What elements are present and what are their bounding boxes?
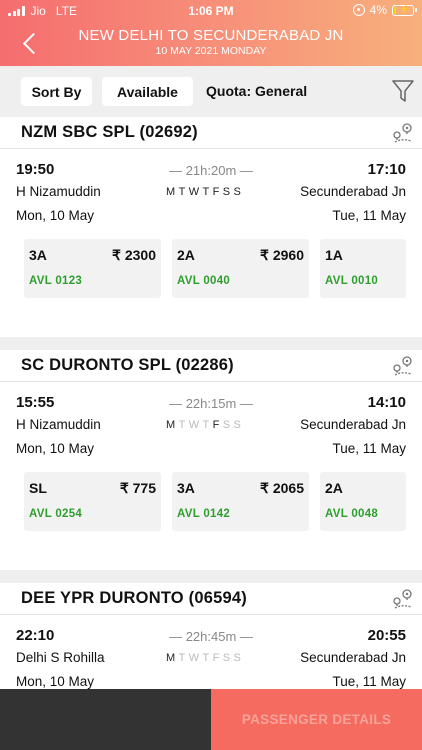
running-day: S — [233, 186, 245, 198]
running-day: S — [222, 186, 234, 198]
running-day: S — [222, 419, 234, 431]
bottom-bar: PASSENGER DETAILS — [0, 689, 422, 750]
battery-icon: ⚡ — [392, 4, 417, 16]
running-days: MTWTFSS — [166, 419, 244, 431]
train-header: NZM SBC SPL (02692) — [0, 117, 422, 149]
train-name: SC DURONTO SPL (02286) — [21, 356, 234, 374]
class-fare: ₹ 2065 — [260, 480, 304, 496]
departure-station: H Nizamuddin — [16, 417, 101, 432]
running-day: W — [188, 419, 203, 431]
departure-station: H Nizamuddin — [16, 184, 101, 199]
running-day: F — [212, 652, 223, 664]
class-fare: ₹ 2300 — [112, 247, 156, 263]
class-name: 1A — [325, 247, 343, 263]
class-fare: ₹ 2960 — [260, 247, 304, 263]
filter-bar: Sort By Available Quota: General — [0, 66, 422, 118]
running-days: MTWTFSS — [166, 652, 244, 664]
class-name: SL — [29, 480, 47, 496]
class-name: 3A — [29, 247, 47, 263]
running-day: W — [188, 652, 203, 664]
app-header: Jio LTE 1:06 PM 4% ⚡ NEW DELHI TO SECUND… — [0, 0, 422, 66]
running-day: S — [222, 652, 234, 664]
train-card[interactable]: DEE YPR DURONTO (06594) 22:10 20:55— 22h:4… — [0, 583, 422, 689]
running-day: F — [212, 419, 223, 431]
availability-status: AVL 0254 — [29, 508, 83, 520]
class-availability-box[interactable]: SL ₹ 775 AVL 0254 — [24, 472, 161, 531]
running-day: W — [188, 186, 203, 198]
journey-duration: — 22h:15m — — [169, 396, 253, 411]
journey-duration: — 21h:20m — — [169, 163, 253, 178]
availability-status: AVL 0142 — [177, 508, 231, 520]
running-day: T — [202, 186, 213, 198]
train-header: DEE YPR DURONTO (06594) — [0, 583, 422, 615]
arrival-date: Tue, 11 May — [332, 441, 406, 456]
train-name: DEE YPR DURONTO (06594) — [21, 589, 247, 607]
class-availability-box[interactable]: 1A AVL 0010 — [320, 239, 406, 298]
arrival-date: Tue, 11 May — [332, 674, 406, 689]
availability-status: AVL 0010 — [325, 275, 379, 287]
running-day: M — [166, 652, 179, 664]
orientation-lock-icon — [352, 4, 365, 16]
bottom-bar-left — [0, 689, 211, 750]
class-availability-box[interactable]: 3A ₹ 2065 AVL 0142 — [172, 472, 309, 531]
class-name: 2A — [177, 247, 195, 263]
train-card[interactable]: NZM SBC SPL (02692) 19:50 17:10— 21h:20m —… — [0, 117, 422, 337]
class-name: 3A — [177, 480, 195, 496]
departure-date: Mon, 10 May — [16, 441, 95, 456]
running-day: T — [202, 652, 213, 664]
class-availability-box[interactable]: 2A ₹ 2960 AVL 0040 — [172, 239, 309, 298]
class-name: 2A — [325, 480, 343, 496]
class-availability-box[interactable]: 3A ₹ 2300 AVL 0123 — [24, 239, 161, 298]
running-day: T — [202, 419, 213, 431]
train-header: SC DURONTO SPL (02286) — [0, 350, 422, 382]
train-card[interactable]: SC DURONTO SPL (02286) 15:55 14:10— 22h:15… — [0, 350, 422, 570]
availability-status: AVL 0040 — [177, 275, 231, 287]
departure-station: Delhi S Rohilla — [16, 650, 105, 665]
arrival-station: Secunderabad Jn — [300, 417, 406, 432]
running-day: T — [178, 186, 189, 198]
battery-percent: 4% — [369, 3, 387, 17]
route-map-icon[interactable] — [392, 588, 414, 610]
running-day: F — [212, 186, 223, 198]
class-availability-box[interactable]: 2A AVL 0048 — [320, 472, 406, 531]
running-day: S — [233, 419, 245, 431]
funnel-icon[interactable] — [392, 78, 414, 104]
route-map-icon[interactable] — [392, 355, 414, 377]
passenger-details-button[interactable]: PASSENGER DETAILS — [211, 689, 422, 750]
route-title: NEW DELHI TO SECUNDERABAD JN — [78, 27, 344, 44]
journey-duration: — 22h:45m — — [169, 629, 253, 644]
status-bar: Jio LTE 1:06 PM 4% ⚡ — [0, 0, 422, 22]
journey-date: 10 MAY 2021 MONDAY — [155, 45, 267, 57]
availability-status: AVL 0048 — [325, 508, 379, 520]
arrival-station: Secunderabad Jn — [300, 650, 406, 665]
running-day: M — [166, 419, 179, 431]
departure-date: Mon, 10 May — [16, 208, 95, 223]
availability-status: AVL 0123 — [29, 275, 83, 287]
available-filter-button[interactable]: Available — [102, 77, 193, 106]
running-day: T — [178, 652, 189, 664]
running-days: MTWTFSS — [166, 186, 244, 198]
departure-date: Mon, 10 May — [16, 674, 95, 689]
quota-selector[interactable]: Quota: General — [206, 83, 307, 99]
running-day: T — [178, 419, 189, 431]
sort-by-button[interactable]: Sort By — [21, 77, 92, 106]
arrival-date: Tue, 11 May — [332, 208, 406, 223]
train-name: NZM SBC SPL (02692) — [21, 123, 198, 141]
arrival-station: Secunderabad Jn — [300, 184, 406, 199]
running-day: M — [166, 186, 179, 198]
route-map-icon[interactable] — [392, 122, 414, 144]
running-day: S — [233, 652, 245, 664]
class-fare: ₹ 775 — [119, 480, 156, 496]
